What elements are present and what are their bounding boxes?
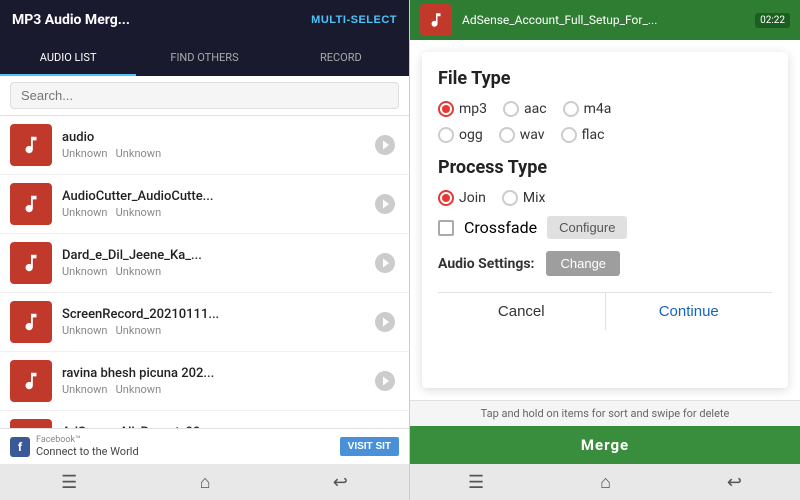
right-home-icon[interactable]: ⌂ [600,472,611,493]
file-type-row1: mp3 aac m4a [438,101,772,117]
audio-icon [10,124,52,166]
audio-icon [10,301,52,343]
configure-button[interactable]: Configure [547,216,627,239]
audio-name: ScreenRecord_20210111... [62,307,292,322]
home-icon[interactable]: ⌂ [200,472,211,493]
crossfade-checkbox[interactable] [438,220,454,236]
crossfade-label: Crossfade [464,218,537,237]
radio-mp3[interactable]: mp3 [438,101,487,117]
audio-meta: Unknown Unknown [62,383,371,396]
audio-meta: Unknown Unknown [62,324,371,337]
audio-meta: Unknown Unknown [62,147,371,160]
tab-find-others[interactable]: FIND OTHERS [136,40,272,76]
audio-info: audio Unknown Unknown [62,130,371,160]
right-menu-icon[interactable]: ☰ [468,472,484,493]
cancel-button[interactable]: Cancel [438,293,605,330]
search-bar [0,76,409,116]
play-button[interactable] [371,131,399,159]
file-type-row2: ogg wav flac [438,127,772,143]
list-item[interactable]: AudioCutter_AudioCutte... Unknown Unknow… [0,175,409,234]
list-item[interactable]: ScreenRecord_20210111... Unknown Unknown [0,293,409,352]
list-item[interactable]: ravina bhesh picuna 202... Unknown Unkno… [0,352,409,411]
tab-record[interactable]: RECORD [273,40,409,76]
facebook-logo: f [10,437,30,457]
audio-settings-label: Audio Settings: [438,256,534,272]
audio-name: AudioCutter_AudioCutte... [62,189,292,204]
file-type-title: File Type [438,68,772,89]
audio-info: ravina bhesh picuna 202... Unknown Unkno… [62,366,371,396]
radio-mix-circle [502,190,518,206]
radio-m4a-circle [563,101,579,117]
audio-icon [10,419,52,428]
radio-wav[interactable]: wav [499,127,545,143]
audio-info: AudioCutter_AudioCutte... Unknown Unknow… [62,189,371,219]
audio-meta: Unknown Unknown [62,265,371,278]
process-type-title: Process Type [438,157,772,178]
audio-info: Dard_e_Dil_Jeene_Ka_... Unknown Unknown [62,248,371,278]
audio-name: ravina bhesh picuna 202... [62,366,292,381]
left-tabs: AUDIO LIST FIND OTHERS RECORD [0,40,409,76]
play-button[interactable] [371,190,399,218]
play-button[interactable] [371,308,399,336]
radio-m4a[interactable]: m4a [563,101,612,117]
audio-icon [10,242,52,284]
change-button[interactable]: Change [546,251,620,276]
audio-list: audio Unknown Unknown AudioCutter_AudioC… [0,116,409,428]
radio-flac[interactable]: flac [561,127,605,143]
right-header-icon [420,4,452,36]
menu-icon[interactable]: ☰ [61,472,77,493]
left-nav-bar: ☰ ⌂ ↩ [0,464,409,500]
merge-bar[interactable]: Merge [410,426,800,464]
radio-join[interactable]: Join [438,190,486,206]
right-back-icon[interactable]: ↩ [727,472,742,493]
radio-join-circle [438,190,454,206]
facebook-text: Facebook™ Connect to the World [36,435,340,458]
radio-aac[interactable]: aac [503,101,547,117]
list-item[interactable]: audio Unknown Unknown [0,116,409,175]
process-type-section: Process Type Join Mix Crossfade Configur… [438,157,772,276]
audio-settings-row: Audio Settings: Change [438,251,772,276]
multi-select-button[interactable]: MULTI-SELECT [311,14,397,26]
play-button[interactable] [371,367,399,395]
list-item[interactable]: Dard_e_Dil_Jeene_Ka_... Unknown Unknown [0,234,409,293]
continue-button[interactable]: Continue [606,293,773,330]
visit-site-button[interactable]: VISIT SIT [340,437,399,456]
right-header-file: AdSense_Account_Full_Setup_For_... [462,13,755,27]
play-button[interactable] [371,249,399,277]
right-header-time: 02:22 [755,13,790,28]
radio-aac-circle [503,101,519,117]
tab-audio-list[interactable]: AUDIO LIST [0,40,136,76]
right-header: AdSense_Account_Full_Setup_For_... 02:22 [410,0,800,40]
process-type-row: Join Mix [438,190,772,206]
left-title: MP3 Audio Merg... [12,12,130,28]
radio-ogg[interactable]: ogg [438,127,483,143]
bottom-hint: Tap and hold on items for sort and swipe… [410,400,800,426]
back-icon[interactable]: ↩ [333,472,348,493]
audio-icon [10,183,52,225]
left-panel: MP3 Audio Merg... MULTI-SELECT AUDIO LIS… [0,0,410,500]
radio-mix[interactable]: Mix [502,190,546,206]
audio-name: audio [62,130,292,145]
radio-flac-circle [561,127,577,143]
facebook-banner: f Facebook™ Connect to the World VISIT S… [0,428,409,464]
search-input[interactable] [10,82,399,109]
radio-mp3-circle [438,101,454,117]
audio-meta: Unknown Unknown [62,206,371,219]
left-header: MP3 Audio Merg... MULTI-SELECT [0,0,409,40]
list-item[interactable]: AdSense_All_Report_00... Unknown Unknown [0,411,409,428]
audio-info: ScreenRecord_20210111... Unknown Unknown [62,307,371,337]
audio-name: Dard_e_Dil_Jeene_Ka_... [62,248,292,263]
file-type-dialog: File Type mp3 aac m4a ogg wav [422,52,788,388]
right-nav-bar: ☰ ⌂ ↩ [410,464,800,500]
radio-ogg-circle [438,127,454,143]
right-panel: AdSense_Account_Full_Setup_For_... 02:22… [410,0,800,500]
audio-icon [10,360,52,402]
crossfade-row: Crossfade Configure [438,216,772,239]
dialog-actions: Cancel Continue [438,292,772,330]
radio-wav-circle [499,127,515,143]
